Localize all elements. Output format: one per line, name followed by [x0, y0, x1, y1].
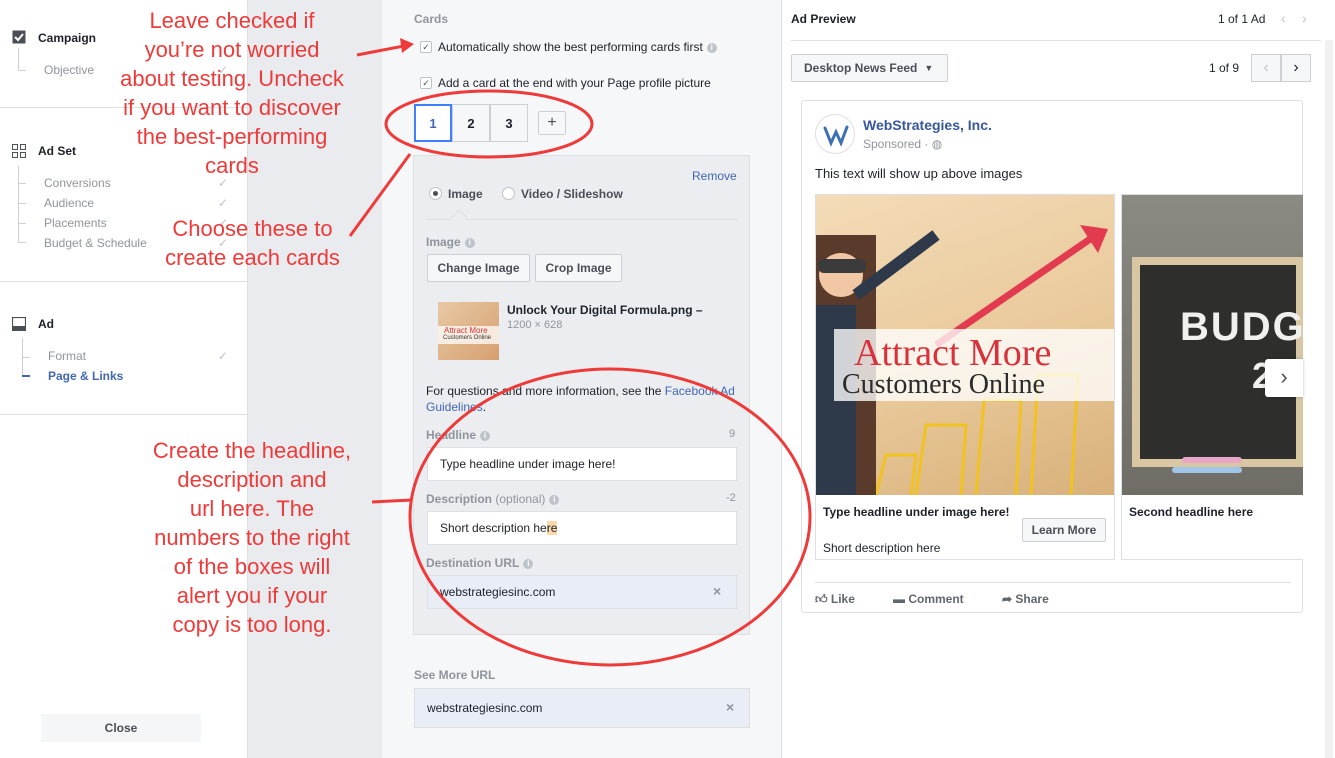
post-text: This text will show up above images [815, 166, 1023, 181]
webstrategies-logo-icon [823, 125, 849, 147]
over-limit-highlight: re [546, 521, 558, 535]
ad-section: Ad Format Page & Links ✓ [0, 282, 247, 415]
next-card-button[interactable]: › [1281, 54, 1311, 82]
selected-image-thumbnail: Attract More Customers Online [438, 302, 499, 360]
card-1-image-text-2: Customers Online [842, 369, 1045, 400]
annotation-leave-checked: Leave checked if you’re not worried abou… [120, 8, 344, 178]
card-1-image-text-1: Attract More [854, 332, 1052, 374]
image-file-size: 1200 × 628 [507, 319, 563, 331]
share-action[interactable]: ➦ Share [1002, 592, 1049, 606]
destination-url-label: Destination URL i [426, 556, 534, 570]
globe-icon: ◍ [931, 137, 943, 151]
adset-grid-icon [12, 144, 26, 158]
page-name[interactable]: WebStrategies, Inc. [863, 117, 992, 133]
media-image-label: Image [448, 187, 483, 201]
change-image-button[interactable]: Change Image [427, 254, 530, 282]
add-profile-card-label: Add a card at the end with your Page pro… [438, 76, 711, 90]
clear-destination-icon[interactable]: × [713, 583, 721, 599]
add-profile-card-checkbox[interactable]: ✓ [420, 77, 432, 89]
card-1-headline: Type headline under image here! [823, 505, 1010, 519]
remove-card-link[interactable]: Remove [692, 169, 737, 183]
sidebar-item-objective[interactable]: Objective [44, 63, 94, 77]
image-field-label: Image i [426, 235, 475, 249]
sidebar-item-page-links[interactable]: Page & Links [48, 369, 123, 383]
share-icon: ➦ [1002, 592, 1013, 606]
add-card-button[interactable]: + [538, 111, 566, 135]
card-tab-3[interactable]: 3 [490, 104, 528, 142]
auto-show-label: Automatically show the best performing c… [438, 40, 703, 54]
media-video-radio[interactable] [502, 187, 515, 200]
headline-label: Headline i [426, 428, 491, 442]
sidebar-item-format[interactable]: Format [48, 349, 86, 363]
thumbnail-text-1: Attract More [444, 326, 488, 335]
carousel-next-arrow-icon[interactable]: › [1265, 359, 1303, 397]
card-pager: 1 of 9 [1209, 61, 1240, 75]
divider [426, 219, 737, 220]
card-1-description: Short description here [823, 541, 941, 555]
headline-char-count: 9 [729, 428, 736, 440]
card-2-image-text: BUDG [1180, 305, 1303, 349]
auto-show-checkbox[interactable]: ✓ [420, 41, 432, 53]
campaign-check-icon [12, 30, 26, 44]
adset-title[interactable]: Ad Set [38, 144, 76, 158]
clear-see-more-icon[interactable]: × [726, 699, 734, 715]
comment-icon: ▬ [893, 592, 905, 606]
preview-divider [791, 40, 1321, 41]
auto-show-option: Automatically show the best performing c… [438, 40, 717, 54]
destination-url-input[interactable]: webstrategiesinc.com [427, 575, 737, 609]
ad-pager: 1 of 1 Ad [1218, 12, 1266, 26]
auto-show-info-icon[interactable]: i [706, 42, 717, 53]
sidebar-item-audience[interactable]: Audience [44, 196, 94, 210]
ad-layout-icon [12, 317, 26, 331]
card-tab-1[interactable]: 1 [414, 104, 452, 142]
preview-scrollbar[interactable] [1325, 40, 1333, 758]
like-action[interactable]: 👍︎ Like [815, 592, 855, 607]
carousel-card-1[interactable]: Attract More Customers Online Type headl… [815, 194, 1115, 560]
format-complete-icon: ✓ [218, 349, 229, 363]
destination-info-icon[interactable]: i [523, 558, 534, 569]
sidebar-item-placements[interactable]: Placements [44, 216, 107, 230]
see-more-url-label: See More URL [414, 668, 496, 682]
description-label: Description (optional) i [426, 492, 560, 506]
action-divider [815, 582, 1291, 583]
card-2-headline: Second headline here [1129, 505, 1254, 519]
chevron-down-icon: ▼ [924, 63, 934, 73]
image-file-name: Unlock Your Digital Formula.png – [507, 303, 703, 317]
headline-input[interactable]: Type headline under image here! [427, 447, 737, 481]
description-info-icon[interactable]: i [549, 494, 560, 505]
thumbnail-text-2: Customers Online [443, 335, 492, 341]
annotation-choose-cards: Choose these to create each cards [165, 216, 340, 270]
ad-preview-title: Ad Preview [791, 12, 856, 26]
thumbs-up-icon: 👍︎ [815, 592, 828, 606]
card-tab-2[interactable]: 2 [452, 104, 490, 142]
close-button[interactable]: Close [41, 714, 201, 742]
image-info-icon[interactable]: i [464, 237, 475, 248]
next-ad-icon[interactable]: › [1302, 10, 1307, 26]
media-image-radio[interactable] [429, 187, 442, 200]
description-char-count: -2 [726, 492, 736, 504]
placement-dropdown[interactable]: Desktop News Feed ▼ [791, 54, 948, 82]
see-more-url-input[interactable]: webstrategiesinc.com [414, 688, 750, 728]
description-input[interactable]: Short description he re [427, 511, 737, 545]
prev-card-button[interactable]: ‹ [1251, 54, 1281, 82]
help-text: For questions and more information, see … [426, 384, 735, 414]
headline-info-icon[interactable]: i [480, 430, 491, 441]
learn-more-button[interactable]: Learn More [1022, 518, 1106, 542]
prev-ad-icon[interactable]: ‹ [1281, 10, 1286, 26]
comment-action[interactable]: ▬ Comment [893, 592, 964, 606]
audience-complete-icon: ✓ [218, 196, 229, 210]
crop-image-button[interactable]: Crop Image [535, 254, 622, 282]
media-video-label: Video / Slideshow [521, 187, 623, 201]
sidebar-item-budget-schedule[interactable]: Budget & Schedule [44, 236, 147, 250]
sponsored-label: Sponsored · ◍ [863, 137, 943, 151]
cards-label: Cards [414, 12, 449, 26]
annotation-create-headline: Create the headline, description and url… [152, 438, 352, 637]
page-avatar [815, 114, 855, 154]
ad-title[interactable]: Ad [38, 317, 54, 331]
campaign-title[interactable]: Campaign [38, 31, 96, 45]
